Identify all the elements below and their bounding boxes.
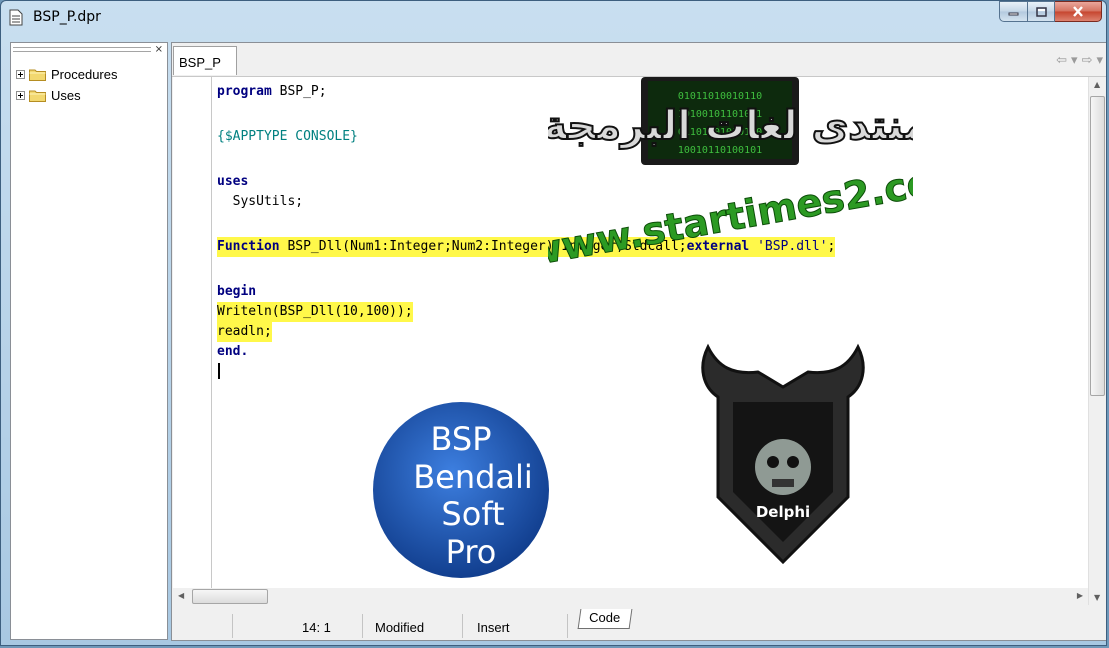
vertical-scroll-thumb[interactable] [1090,96,1105,396]
tab-bsp-p[interactable]: BSP_P [173,46,237,75]
ide-window: BSP_P.dpr ⨯ Procedures Uses BSP_P ⇦ ▾ ⇨ … [0,0,1107,646]
minimize-icon [1008,12,1019,15]
forum-url: www.startimes2.com [548,153,913,267]
document-icon [9,9,23,26]
shield-emblem: Delphi [701,343,865,565]
close-button[interactable] [1055,1,1102,22]
tree-item-uses[interactable]: Uses [16,86,81,104]
code-editor-pane: BSP_P ⇦ ▾ ⇨ ▾ program BSP_P; {$APPTYPE C… [171,42,1106,641]
close-icon [1073,6,1083,17]
insert-mode-indicator: Insert [477,620,510,635]
editor-tab-bar: BSP_P ⇦ ▾ ⇨ ▾ [172,43,1106,77]
code-line: uses [217,174,249,189]
gutter-separator [211,77,212,605]
logo-line: Pro [446,533,497,571]
tree-item-label: Uses [51,87,81,103]
title-bar[interactable]: BSP_P.dpr [1,1,1106,37]
scroll-up-icon[interactable]: ▲ [1094,80,1100,89]
expand-icon[interactable] [16,69,25,79]
forum-watermark: 01011010010110 10100101101001 0110100101… [548,77,913,267]
code-line-highlighted: Writeln(BSP_Dll(10,100)); [217,302,413,322]
back-dropdown-icon[interactable]: ▾ [1071,53,1078,68]
forward-arrow-icon[interactable]: ⇨ [1082,53,1093,68]
folder-icon [29,69,46,81]
tree-item-procedures[interactable]: Procedures [16,65,117,83]
horizontal-scroll-thumb[interactable] [192,589,268,604]
code-line: program BSP_P; [217,84,327,99]
vertical-scrollbar[interactable]: ▲ ▼ [1088,77,1106,605]
cursor-position: 14: 1 [302,620,331,635]
scroll-down-icon[interactable]: ▼ [1094,593,1100,602]
text-caret [218,363,220,379]
scroll-left-icon[interactable]: ◀ [178,591,184,600]
code-line: {$APPTYPE CONSOLE} [217,129,358,144]
bsp-logo: BSP Bendali Soft Pro [373,402,549,578]
code-line: SysUtils; [217,194,304,209]
svg-text:01011010010110: 01011010010110 [678,91,762,102]
forward-dropdown-icon[interactable]: ▾ [1096,53,1103,68]
panel-grip[interactable] [13,45,151,56]
logo-line: BSP [431,420,492,458]
window-controls [999,1,1102,22]
code-explorer-panel: ⨯ Procedures Uses [10,42,168,640]
forum-arabic-title: منتدى لغات البرمجة [548,103,913,149]
code-view-label: Code [589,610,621,625]
scroll-right-icon[interactable]: ▶ [1077,591,1083,600]
panel-close-icon[interactable]: ⨯ [155,44,163,55]
window-title: BSP_P.dpr [33,9,101,25]
folder-icon [29,90,46,102]
tree-item-label: Procedures [51,66,118,82]
logo-line: Soft [441,495,504,533]
back-arrow-icon[interactable]: ⇦ [1056,53,1067,68]
code-line-highlighted: readln; [217,322,272,342]
minimize-button[interactable] [999,1,1028,22]
tab-code-view[interactable]: Code [577,609,633,629]
logo-line: Bendali [413,458,533,496]
maximize-icon [1035,6,1047,17]
code-text-area[interactable]: program BSP_P; {$APPTYPE CONSOLE} uses S… [173,77,1088,605]
expand-icon[interactable] [16,90,25,100]
history-navigation: ⇦ ▾ ⇨ ▾ [1056,53,1103,68]
maximize-button[interactable] [1028,1,1055,22]
status-bar: 14: 1 Modified Insert Code [172,606,1106,640]
horizontal-scrollbar[interactable]: ◀ ▶ [173,588,1088,605]
code-line: end. [217,344,249,359]
shield-label: Delphi [756,503,810,521]
code-line: begin [217,284,257,299]
modified-indicator: Modified [375,620,425,635]
